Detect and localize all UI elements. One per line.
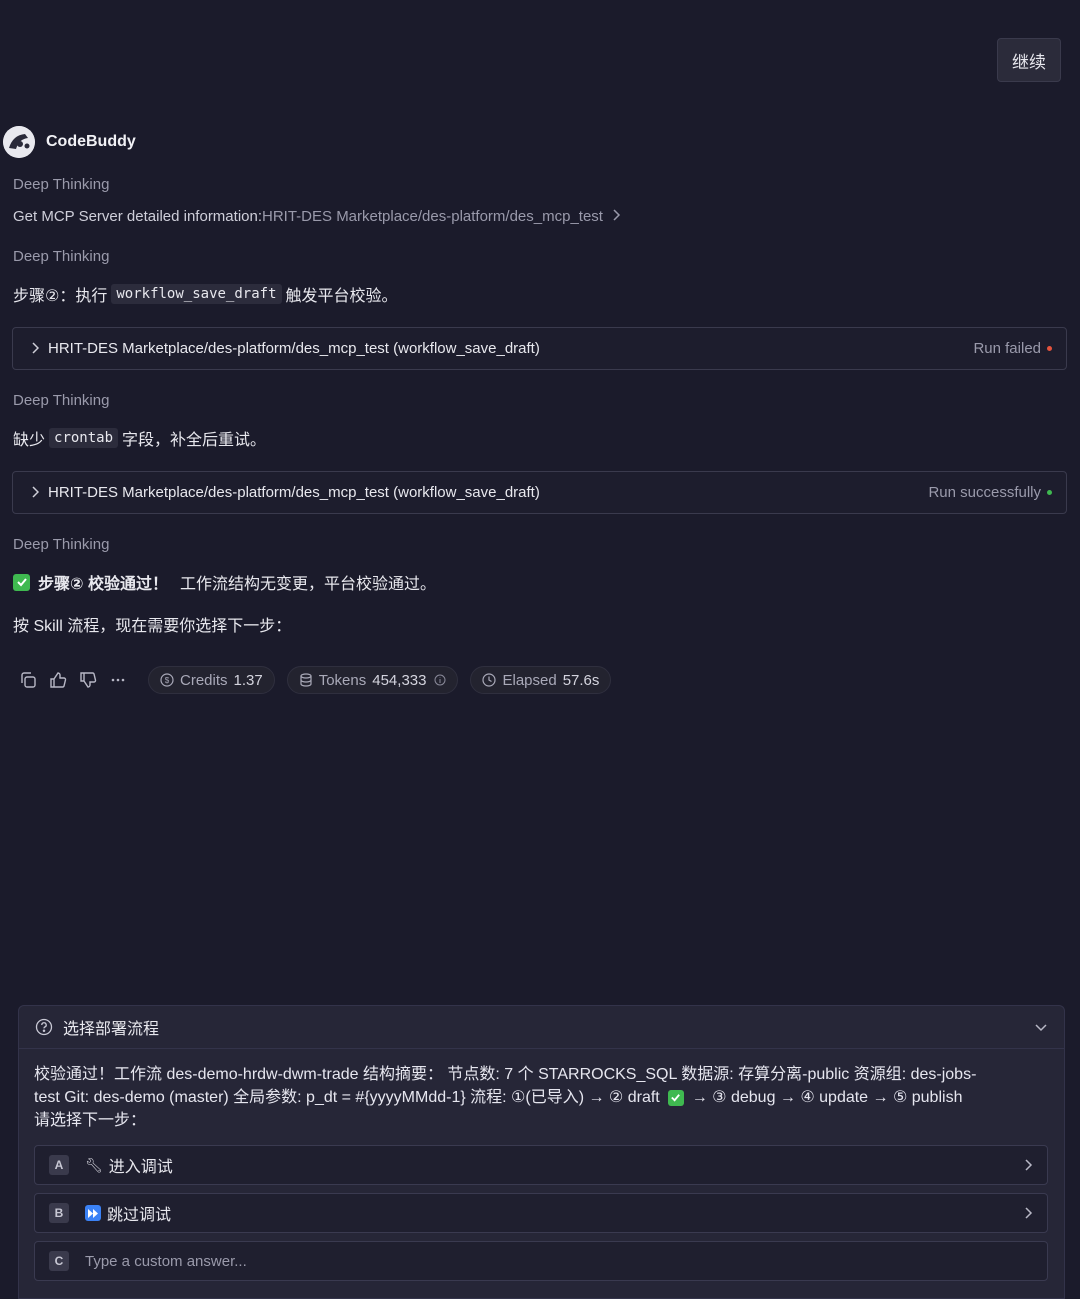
option-key: B — [49, 1203, 69, 1223]
elapsed-value: 57.6s — [562, 671, 600, 689]
tokens-label: Tokens — [318, 671, 367, 689]
status-dot-icon — [1047, 490, 1052, 495]
bot-name: CodeBuddy — [46, 133, 136, 150]
credits-icon: $ — [160, 673, 174, 687]
step-text: 缺少 crontab 字段，补全后重试。 — [13, 426, 266, 450]
mcp-info-line[interactable]: Get MCP Server detailed information: HRI… — [13, 208, 621, 225]
panel-body-segment: → ③ debug → ④ update → ⑤ publish — [691, 1089, 963, 1106]
step-text-before: 缺少 — [13, 432, 46, 449]
tool-call-row[interactable]: HRIT-DES Marketplace/des-platform/des_mc… — [12, 327, 1067, 370]
credits-value: 1.37 — [233, 671, 263, 689]
wrench-icon: 🔧︎ — [85, 1156, 103, 1173]
deep-thinking-label[interactable]: Deep Thinking — [13, 536, 109, 553]
option-b[interactable]: B 跳过调试 — [34, 1193, 1048, 1233]
option-key: A — [49, 1155, 69, 1175]
tool-call-label: HRIT-DES Marketplace/des-platform/des_mc… — [48, 484, 540, 501]
option-label: 进入调试 — [108, 1159, 173, 1176]
status-dot-icon — [1047, 346, 1052, 351]
message-footer: $ Credits 1.37 Tokens 454,333 Elapsed 57… — [16, 666, 623, 694]
check-icon — [667, 1089, 684, 1106]
option-key: C — [49, 1251, 69, 1271]
deep-thinking-label[interactable]: Deep Thinking — [13, 392, 109, 409]
step-text-before: 步骤②：执行 — [13, 288, 108, 305]
tool-call-status: Run failed — [973, 340, 1052, 357]
status-text: Run failed — [973, 340, 1041, 357]
panel-body-segment: test Git: des-demo (master) 全局参数: p_dt =… — [34, 1089, 660, 1106]
next-step-text: 按 Skill 流程，现在需要你选择下一步： — [13, 618, 292, 635]
chevron-right-icon — [31, 485, 40, 501]
result-text: 步骤② 校验通过！ 工作流结构无变更，平台校验通过。 — [13, 570, 436, 594]
tokens-value: 454,333 — [372, 671, 427, 689]
status-text: Run successfully — [928, 484, 1041, 501]
chevron-right-icon — [611, 208, 621, 225]
inline-code: workflow_save_draft — [111, 284, 282, 304]
svg-text:$: $ — [165, 676, 170, 685]
step-text-after: 字段，补全后重试。 — [122, 432, 267, 449]
tokens-pill: Tokens 454,333 — [286, 666, 459, 694]
mcp-info-path: HRIT-DES Marketplace/des-platform/des_mc… — [262, 208, 603, 225]
clock-icon — [482, 673, 497, 687]
info-icon[interactable] — [434, 674, 446, 686]
deep-thinking-label[interactable]: Deep Thinking — [13, 176, 109, 193]
chevron-down-icon[interactable] — [1034, 1020, 1048, 1034]
question-icon — [35, 1018, 53, 1036]
custom-answer-input[interactable] — [85, 1252, 985, 1270]
copy-icon[interactable] — [16, 668, 40, 692]
bot-header: CodeBuddy — [3, 126, 136, 158]
tool-call-status: Run successfully — [928, 484, 1052, 501]
database-icon — [300, 673, 312, 687]
elapsed-pill: Elapsed 57.6s — [470, 666, 612, 694]
elapsed-label: Elapsed — [502, 671, 557, 689]
result-bold: 步骤② 校验通过！ — [38, 576, 168, 593]
result-rest: 工作流结构无变更，平台校验通过。 — [180, 576, 437, 593]
chevron-right-icon — [1025, 1207, 1033, 1219]
step-text: 步骤②：执行 workflow_save_draft 触发平台校验。 — [13, 282, 398, 306]
inline-code: crontab — [49, 428, 119, 448]
deep-thinking-label[interactable]: Deep Thinking — [13, 248, 109, 265]
panel-header[interactable]: 选择部署流程 — [19, 1006, 1064, 1049]
option-c[interactable]: C — [34, 1241, 1048, 1281]
continue-button[interactable]: 继续 — [997, 38, 1061, 82]
panel-title: 选择部署流程 — [63, 1021, 160, 1038]
panel-body: 校验通过！工作流 des-demo-hrdw-dwm-trade 结构摘要： 节… — [19, 1049, 1064, 1132]
thumbs-down-icon[interactable] — [76, 668, 100, 692]
tool-call-row[interactable]: HRIT-DES Marketplace/des-platform/des_mc… — [12, 471, 1067, 514]
thumbs-up-icon[interactable] — [46, 668, 70, 692]
check-icon — [13, 573, 30, 591]
panel-body-line: 请选择下一步： — [34, 1112, 147, 1129]
option-label: 跳过调试 — [107, 1207, 172, 1224]
step-text-after: 触发平台校验。 — [285, 288, 398, 305]
more-icon[interactable] — [106, 668, 130, 692]
mcp-info-prefix: Get MCP Server detailed information: — [13, 208, 263, 225]
panel-body-line: test Git: des-demo (master) 全局参数: p_dt =… — [34, 1086, 1048, 1109]
question-panel: 选择部署流程 校验通过！工作流 des-demo-hrdw-dwm-trade … — [18, 1005, 1065, 1299]
panel-body-line: 校验通过！工作流 des-demo-hrdw-dwm-trade 结构摘要： 节… — [34, 1066, 977, 1083]
credits-label: Credits — [180, 671, 228, 689]
option-a[interactable]: A 🔧︎ 进入调试 — [34, 1145, 1048, 1185]
chevron-right-icon — [31, 341, 40, 357]
chevron-right-icon — [1025, 1159, 1033, 1171]
credits-pill: $ Credits 1.37 — [148, 666, 275, 694]
skip-forward-icon — [85, 1205, 101, 1221]
bot-avatar-icon — [3, 126, 35, 158]
tool-call-label: HRIT-DES Marketplace/des-platform/des_mc… — [48, 340, 540, 357]
